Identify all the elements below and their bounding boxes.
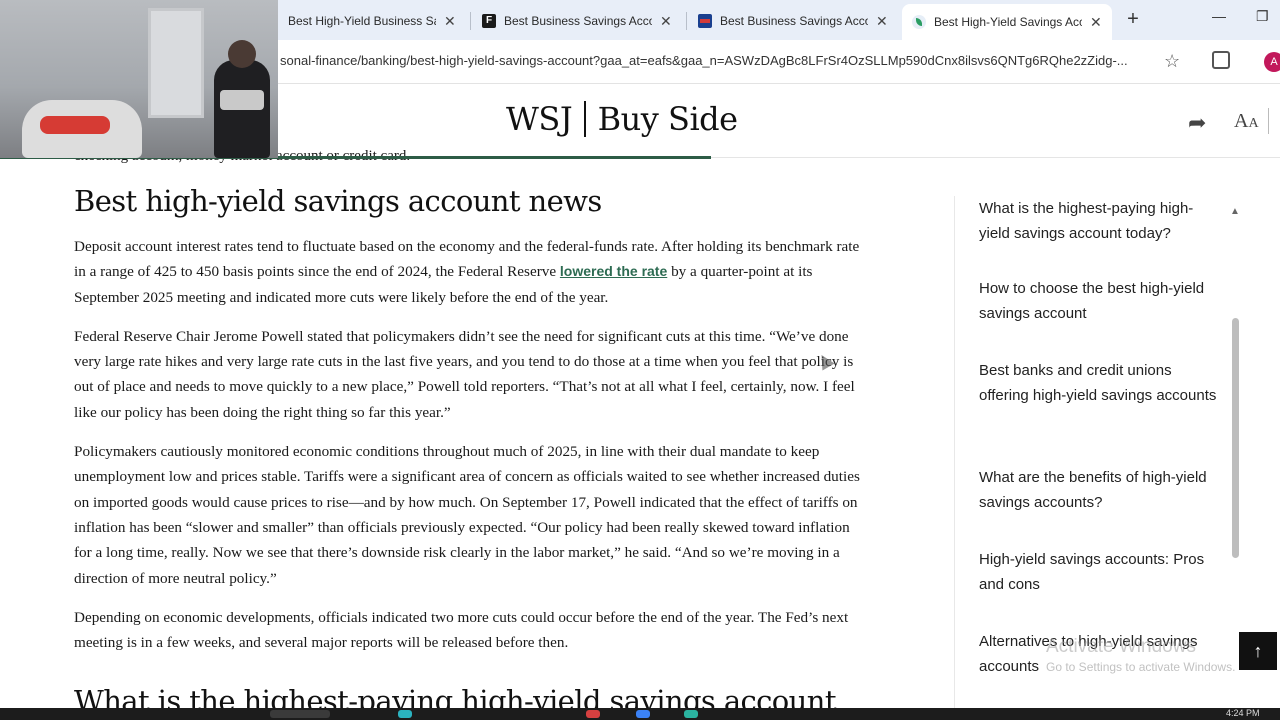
tab-title: Best Business Savings Acco [720,14,868,28]
url-field[interactable]: sonal-finance/banking/best-high-yield-sa… [280,53,1150,68]
windows-taskbar: 4:24 PM [0,708,1280,720]
bookmark-star-icon[interactable]: ☆ [1164,51,1180,72]
article-body: checking account, money market account o… [74,148,864,655]
close-icon[interactable]: ✕ [660,13,672,30]
taskbar-app-icon[interactable] [398,710,412,718]
close-icon[interactable]: ✕ [876,13,888,30]
taskbar-app-icon[interactable] [586,710,600,718]
logo-buyside: Buy Side [597,100,738,138]
extensions-icon[interactable] [1212,51,1230,69]
back-to-top-button[interactable]: ↑ [1239,632,1277,670]
taskbar-clock: 4:24 PM [1226,708,1260,718]
lowered-the-rate-link[interactable]: lowered the rate [560,263,667,279]
tab-separator [686,12,687,30]
minimize-icon[interactable]: — [1212,8,1226,24]
toc-item-pros-cons[interactable]: High-yield savings accounts: Pros and co… [979,547,1219,597]
toc-item-highest-paying[interactable]: What is the highest-paying high-yield sa… [979,196,1219,246]
toc-scrollbar[interactable] [1232,318,1239,558]
tab-title: Best High-Yield Savings Acc [934,15,1082,29]
toc-item-best-banks[interactable]: Best banks and credit unions offering hi… [979,358,1219,408]
wsj-buyside-logo[interactable]: WSJ Buy Side [506,100,738,138]
logo-wsj: WSJ [506,100,573,138]
close-icon[interactable]: ✕ [1090,14,1102,31]
activate-windows-title: Activate Windows [1046,636,1196,657]
share-icon[interactable]: ➦ [1188,110,1206,136]
tab-title: Best High-Yield Business Sa [288,14,436,28]
tab-business-savings-forbes[interactable]: F Best Business Savings Acco ✕ [472,6,682,36]
maximize-icon[interactable]: ❐ [1256,8,1269,25]
paragraph-2: Federal Reserve Chair Jerome Powell stat… [74,327,855,421]
tab-title: Best Business Savings Acco [504,14,652,28]
tab-high-yield-business-savings[interactable]: Best High-Yield Business Sa ✕ [278,6,466,36]
new-tab-button[interactable]: + [1122,8,1144,30]
forbes-f-icon: F [482,14,496,28]
webcam-chair [22,100,142,158]
toc-item-benefits[interactable]: What are the benefits of high-yield savi… [979,465,1219,515]
close-icon[interactable]: ✕ [444,13,456,30]
tab-separator [470,12,471,30]
taskbar-search[interactable] [270,710,330,718]
usnews-icon [698,14,712,28]
taskbar-app-icon[interactable] [636,710,650,718]
webcam-overlay [0,0,278,158]
toc-item-how-to-choose[interactable]: How to choose the best high-yield saving… [979,276,1219,326]
tab-business-savings-usnews[interactable]: Best Business Savings Acco ✕ [688,6,898,36]
taskbar-app-icon[interactable] [684,710,698,718]
webcam-person [214,40,270,158]
logo-divider [584,101,586,137]
section-heading: Best high-yield savings account news [74,184,602,218]
buyside-leaf-icon [912,15,926,29]
paragraph-3: Policymakers cautiously monitored econom… [74,443,860,587]
scroll-up-arrow-icon[interactable]: ▲ [1230,206,1240,217]
paragraph-1: Deposit account interest rates tend to f… [74,234,864,310]
paragraph-4: Depending on economic developments, offi… [74,608,849,652]
header-divider [1268,108,1269,134]
text-size-icon[interactable]: AA [1234,110,1259,133]
tab-high-yield-savings-active[interactable]: Best High-Yield Savings Acc ✕ [902,4,1112,40]
profile-avatar[interactable]: A [1264,52,1280,72]
activate-windows-subtitle: Go to Settings to activate Windows. [1046,660,1236,674]
webcam-window [148,8,204,118]
